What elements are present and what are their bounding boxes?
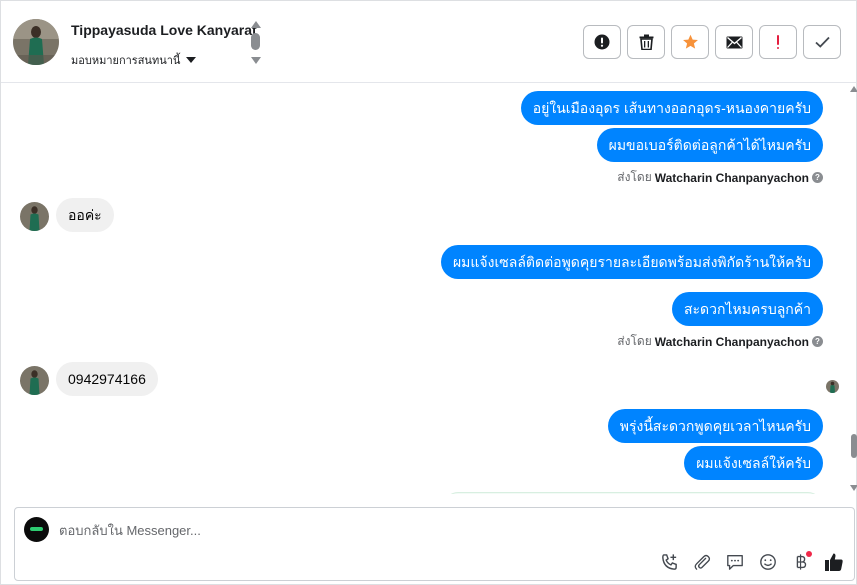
trash-icon — [639, 34, 653, 50]
scroll-up-arrow-icon[interactable] — [251, 21, 261, 28]
checkmark-icon — [814, 36, 830, 48]
help-icon[interactable]: ? — [812, 172, 823, 183]
scroll-down-arrow-icon[interactable] — [251, 57, 261, 64]
star-icon — [682, 34, 698, 49]
composer-toolbar — [659, 551, 844, 572]
partial-message-card[interactable] — [444, 492, 822, 494]
follow-up-button[interactable] — [759, 25, 797, 59]
notification-dot — [806, 551, 812, 557]
payment-button[interactable] — [791, 551, 812, 572]
incoming-message[interactable]: 0942974166 — [56, 362, 158, 396]
mark-unread-button[interactable] — [715, 25, 753, 59]
scroll-thumb[interactable] — [251, 33, 260, 50]
conversation-actions — [583, 25, 841, 59]
thumbs-up-icon — [825, 553, 843, 571]
outgoing-message[interactable]: พรุ่งนี้สะดวกพูดคุยเวลาไหนครับ — [607, 409, 823, 443]
alert-circle-icon — [594, 34, 610, 50]
scroll-down-arrow-icon[interactable] — [850, 485, 857, 491]
assign-label: มอบหมายการสนทนานี้ — [71, 55, 181, 67]
star-button[interactable] — [671, 25, 709, 59]
scroll-up-arrow-icon[interactable] — [850, 86, 857, 92]
mark-spam-button[interactable] — [583, 25, 621, 59]
incoming-message[interactable]: ออค่ะ — [56, 198, 114, 232]
delete-button[interactable] — [627, 25, 665, 59]
header-scrollbar[interactable] — [250, 21, 262, 65]
chat-bubble-icon — [727, 555, 743, 570]
contact-avatar[interactable] — [13, 19, 59, 65]
phone-plus-icon — [661, 553, 677, 570]
contact-avatar-small[interactable] — [20, 202, 49, 231]
attach-button[interactable] — [692, 552, 712, 572]
smiley-icon — [760, 554, 776, 570]
outgoing-message[interactable]: ผมแจ้งเซลล์ให้ครับ — [684, 446, 823, 480]
reply-input[interactable] — [59, 521, 659, 539]
inbox-conversation-panel: Tippayasuda Love Kanyarat มอบหมายการสนทน… — [0, 0, 857, 585]
outgoing-message[interactable]: ผมขอเบอร์ติดต่อลูกค้าได้ไหมครับ — [596, 128, 823, 162]
thread-scrollbar[interactable] — [849, 84, 857, 494]
seen-receipt-avatar — [826, 380, 839, 393]
contact-avatar-small[interactable] — [20, 366, 49, 395]
call-button[interactable] — [659, 552, 679, 572]
like-button[interactable] — [824, 552, 844, 572]
agent-name: Watcharin Chanpanyachon — [654, 170, 809, 185]
caret-down-icon — [186, 57, 197, 63]
conversation-header: Tippayasuda Love Kanyarat มอบหมายการสนทน… — [1, 1, 856, 83]
contact-name[interactable]: Tippayasuda Love Kanyarat — [71, 22, 257, 38]
saved-replies-button[interactable] — [725, 552, 745, 572]
exclamation-icon — [777, 35, 779, 49]
sent-by-label: ส่งโดย Watcharin Chanpanyachon ? — [617, 168, 823, 187]
message-thread[interactable]: อยู่ในเมืองอุดร เส้นทางออกอุดร-หนองคายคร… — [1, 84, 849, 494]
outgoing-message[interactable]: ผมแจ้งเซลล์ติดต่อพูดคุยรายละเอียดพร้อมส่… — [440, 245, 823, 279]
reply-composer — [14, 507, 855, 581]
outgoing-message[interactable]: อยู่ในเมืองอุดร เส้นทางออกอุดร-หนองคายคร… — [520, 91, 823, 125]
paperclip-icon — [694, 554, 711, 570]
sent-by-prefix: ส่งโดย — [617, 334, 652, 348]
scroll-thumb[interactable] — [851, 434, 857, 458]
help-icon[interactable]: ? — [812, 336, 823, 347]
outgoing-message[interactable]: สะดวกไหมครบลูกค้า — [671, 292, 823, 326]
mark-done-button[interactable] — [803, 25, 841, 59]
sent-by-label: ส่งโดย Watcharin Chanpanyachon ? — [617, 332, 823, 351]
sent-by-prefix: ส่งโดย — [617, 170, 652, 184]
assign-conversation-dropdown[interactable]: มอบหมายการสนทนานี้ — [71, 51, 197, 69]
page-avatar — [24, 517, 49, 542]
envelope-icon — [726, 36, 742, 48]
emoji-button[interactable] — [758, 552, 778, 572]
agent-name: Watcharin Chanpanyachon — [654, 334, 809, 349]
